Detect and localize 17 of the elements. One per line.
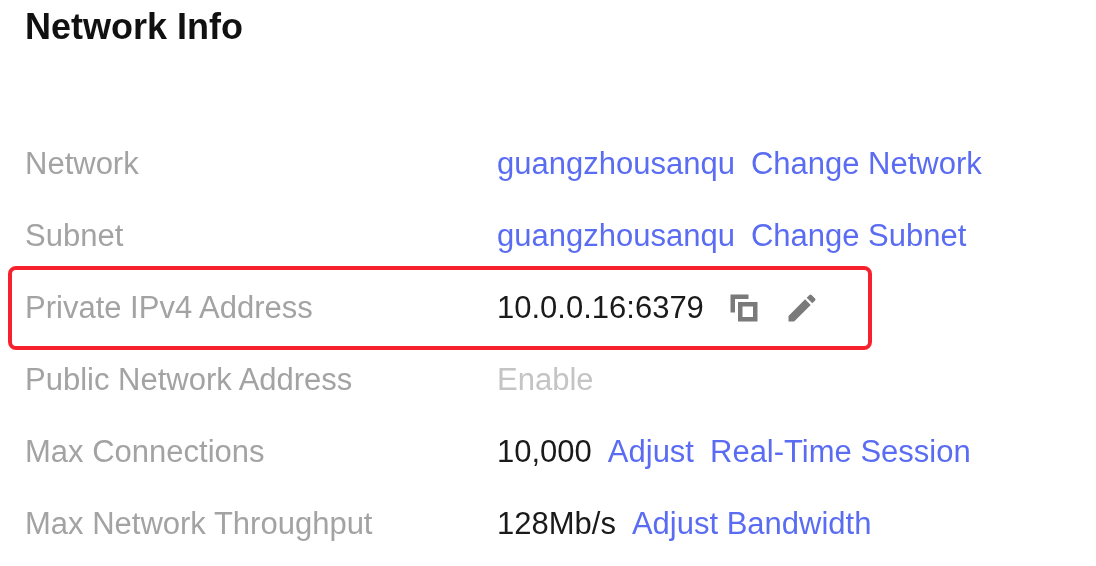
field-value: 128Mb/s	[497, 506, 616, 542]
field-value: 10.0.0.16:6379	[497, 290, 704, 326]
link[interactable]: Real-Time Session	[710, 434, 971, 470]
link[interactable]: Adjust	[607, 434, 694, 470]
field-label: Subnet	[25, 218, 125, 254]
field-label: Max Connections	[25, 434, 266, 470]
link[interactable]: guangzhousanqu	[497, 146, 735, 182]
link[interactable]: guangzhousanqu	[497, 218, 735, 254]
field-label: Private IPv4 Address	[25, 290, 314, 326]
field-value: 10,000	[497, 434, 592, 470]
field-label: Public Network Address	[25, 362, 354, 398]
field-label: Max Network Throughput	[25, 506, 374, 542]
link[interactable]: Change Subnet	[750, 218, 967, 254]
section-title: Network Info	[25, 5, 243, 49]
link[interactable]: Change Network	[750, 146, 982, 182]
link[interactable]: Adjust Bandwidth	[631, 506, 872, 542]
field-label: Network	[25, 146, 140, 182]
